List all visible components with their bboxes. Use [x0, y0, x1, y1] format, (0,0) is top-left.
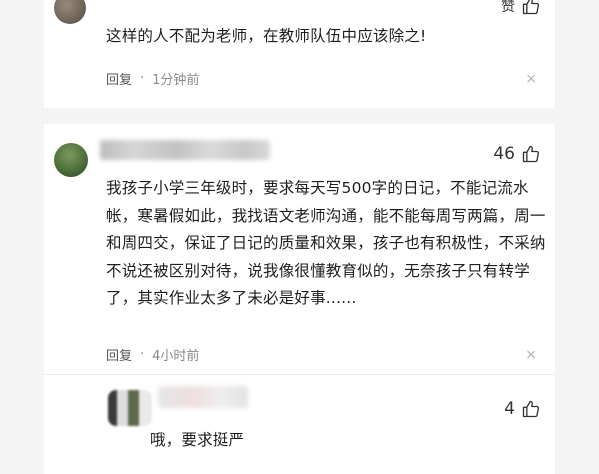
like-count: 46 [493, 144, 515, 164]
close-icon[interactable]: × [525, 71, 537, 87]
meta-separator: · [140, 347, 145, 362]
comment-text: 哦，要求挺严 [150, 431, 245, 449]
username-blurred[interactable] [100, 140, 270, 160]
reply-button[interactable]: 回复 [106, 69, 132, 88]
close-icon[interactable]: × [525, 347, 537, 363]
like-button[interactable]: 赞 [501, 0, 541, 16]
thumbs-up-icon [522, 0, 540, 15]
like-label: 赞 [501, 0, 515, 15]
thumbs-up-icon [522, 400, 540, 418]
comment-time: 4小时前 [152, 349, 200, 364]
username-blurred[interactable] [158, 386, 248, 408]
like-button[interactable]: 4 [504, 399, 541, 419]
like-button[interactable]: 46 [493, 144, 541, 164]
comment-meta: 回复 · 4小时前 [106, 345, 199, 364]
comment-text: 我孩子小学三年级时，要求每天写500字的日记，不能记流水帐，寒暑假如此，我找语文… [106, 179, 546, 307]
avatar[interactable] [54, 143, 88, 177]
comment-meta: 回复 · 1分钟前 [106, 69, 199, 88]
avatar[interactable] [108, 390, 152, 426]
meta-separator: · [140, 71, 145, 86]
comment-text: 这样的人不配为老师，在教师队伍中应该除之! [106, 27, 427, 45]
comment-time: 1分钟前 [152, 73, 200, 88]
reply-button[interactable]: 回复 [106, 345, 132, 364]
comment-card [44, 0, 555, 108]
divider [44, 374, 555, 375]
thumbs-up-icon [522, 145, 540, 163]
like-count: 4 [504, 399, 515, 419]
